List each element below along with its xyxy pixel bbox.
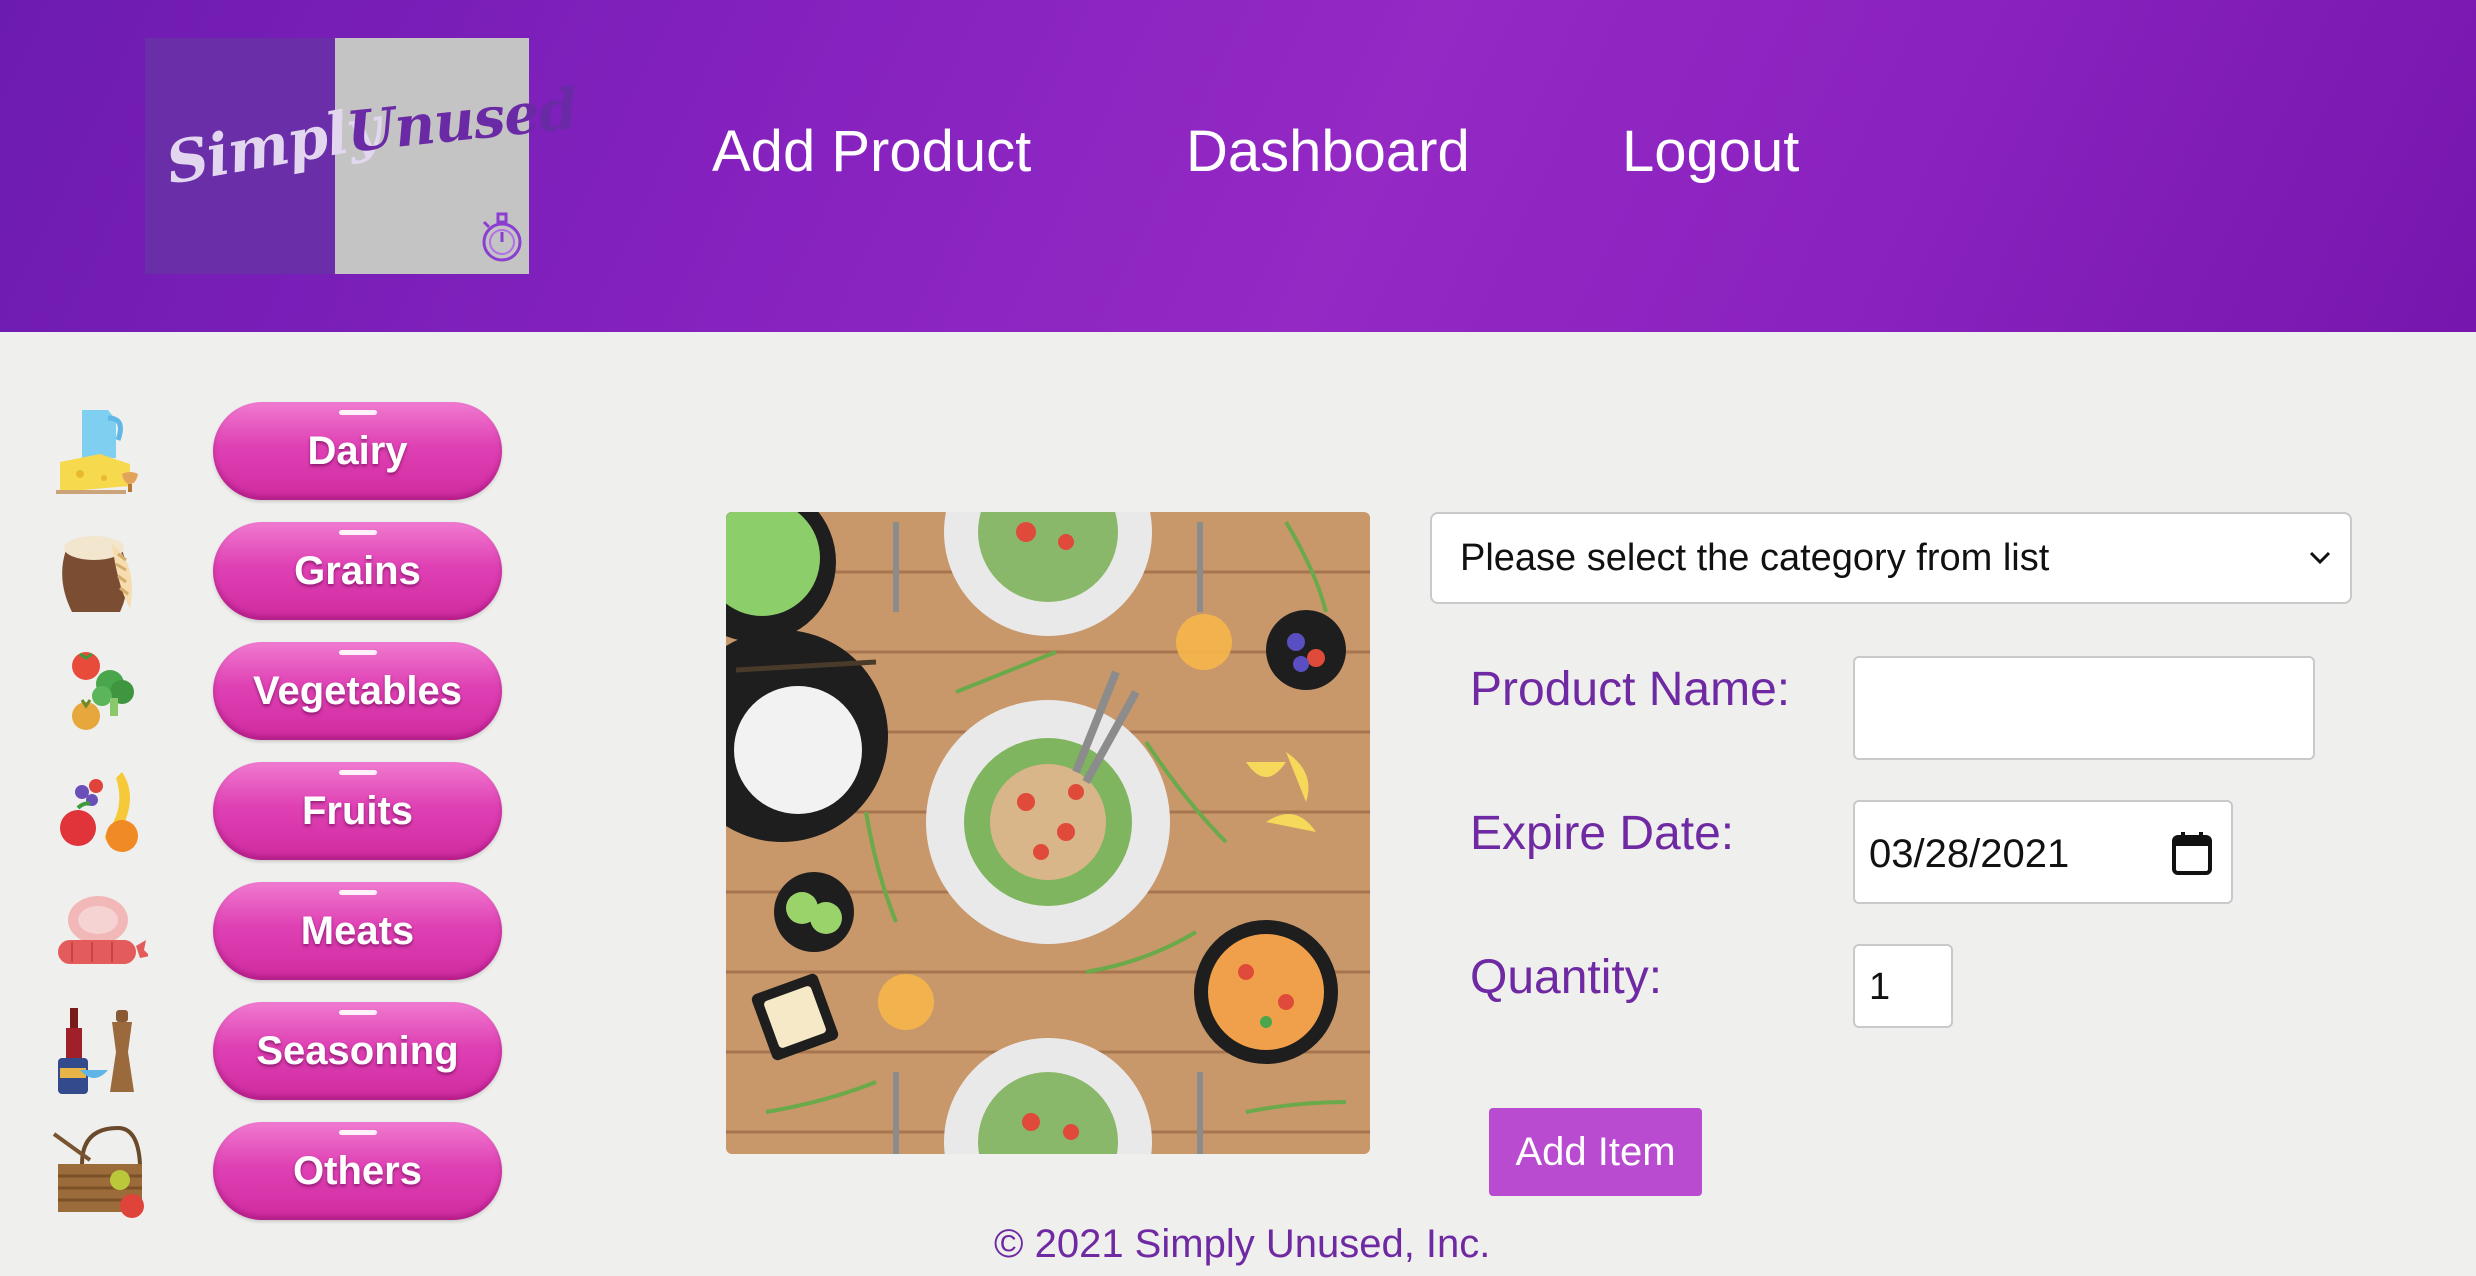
product-name-input[interactable] [1853, 656, 2315, 760]
category-button-grains[interactable]: Grains [213, 522, 502, 620]
header-bar: Simply Unused Add Product Dashboard Logo… [0, 0, 2476, 332]
category-button-vegetables[interactable]: Vegetables [213, 642, 502, 740]
product-name-label: Product Name: [1470, 663, 1791, 716]
quantity-input[interactable]: 1 [1853, 944, 1953, 1028]
nav-logout[interactable]: Logout [1622, 118, 1799, 185]
others-basket-icon [52, 1125, 144, 1218]
nav-add-product[interactable]: Add Product [712, 118, 1031, 185]
category-button-fruits[interactable]: Fruits [213, 762, 502, 860]
category-button-dairy[interactable]: Dairy [213, 402, 502, 500]
category-select[interactable]: Please select the category from list [1430, 512, 2352, 604]
add-item-button[interactable]: Add Item [1489, 1108, 1702, 1196]
calendar-icon[interactable] [2171, 830, 2213, 876]
grains-icon [62, 536, 132, 612]
meats-icon [58, 896, 148, 964]
expire-date-value: 03/28/2021 [1869, 832, 2070, 876]
dairy-icon [56, 410, 138, 494]
stopwatch-icon [482, 212, 522, 262]
quantity-value: 1 [1869, 966, 1891, 1008]
expire-date-input[interactable]: 03/28/2021 [1853, 800, 2233, 904]
footer-copyright: © 2021 Simply Unused, Inc. [994, 1222, 1491, 1266]
nav-dashboard[interactable]: Dashboard [1186, 118, 1470, 185]
category-button-others[interactable]: Others [213, 1122, 502, 1220]
category-select-value: Please select the category from list [1460, 537, 2050, 579]
site-logo[interactable]: Simply Unused [145, 38, 580, 274]
page: Simply Unused Add Product Dashboard Logo… [0, 0, 2476, 1276]
expire-date-label: Expire Date: [1470, 807, 1735, 860]
chevron-down-icon [2309, 551, 2331, 565]
fruits-icon [60, 772, 138, 852]
category-button-meats[interactable]: Meats [213, 882, 502, 980]
food-table-illustration [726, 512, 1370, 1154]
vegetables-icon [72, 652, 134, 730]
category-button-seasoning[interactable]: Seasoning [213, 1002, 502, 1100]
quantity-label: Quantity: [1470, 951, 1663, 1004]
seasoning-icon [58, 1008, 134, 1094]
